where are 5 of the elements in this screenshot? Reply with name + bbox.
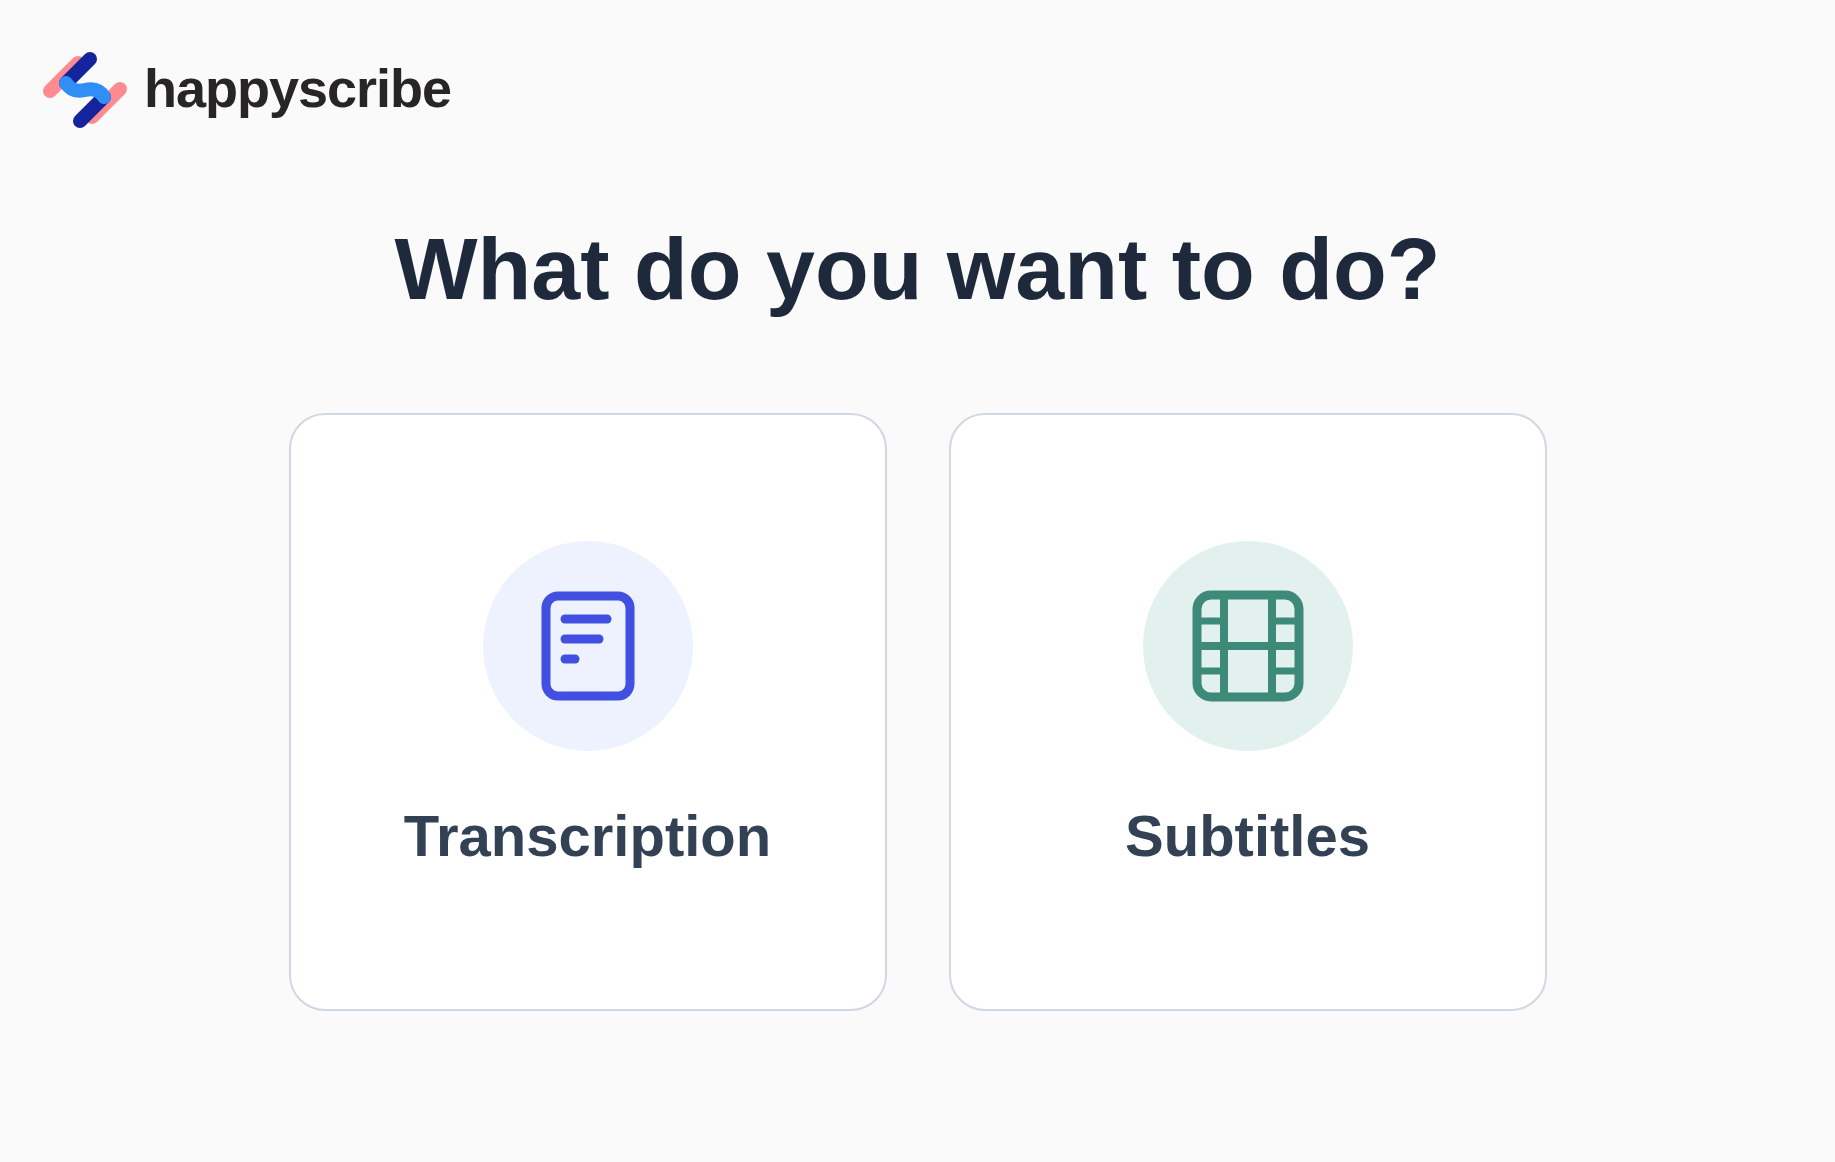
- transcription-option[interactable]: Transcription: [288, 413, 887, 1011]
- subtitles-option[interactable]: Subtitles: [948, 413, 1547, 1011]
- film-icon: [1191, 590, 1304, 702]
- document-icon: [540, 591, 635, 701]
- logo-text: happyscribe: [144, 61, 452, 119]
